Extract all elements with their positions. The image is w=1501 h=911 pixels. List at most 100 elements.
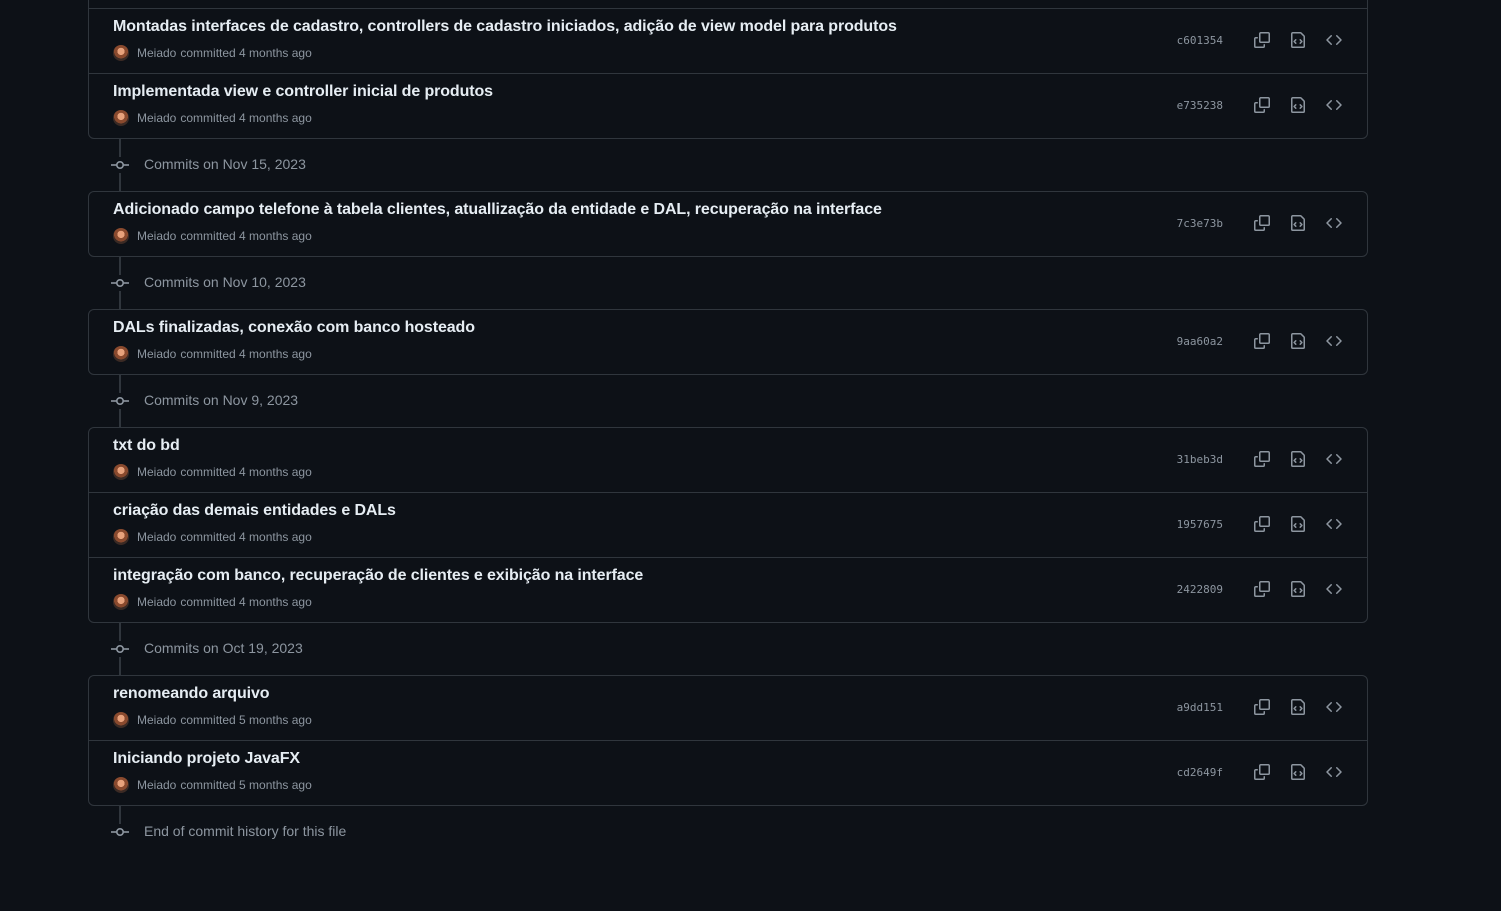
commit-history: Montadas interfaces de cadastro, control… xyxy=(88,0,1368,858)
commit-sha[interactable]: 31beb3d xyxy=(1177,453,1223,466)
commit-meta: Meiado committed 4 months ago xyxy=(113,529,312,545)
commit-date-label: Commits on Nov 15, 2023 xyxy=(144,156,306,172)
file-diff-icon[interactable] xyxy=(1287,448,1309,470)
commit-row[interactable]: Implementada view e controller inicial d… xyxy=(89,73,1367,138)
code-icon[interactable] xyxy=(1323,94,1345,116)
commit-row[interactable]: integração com banco, recuperação de cli… xyxy=(89,557,1367,622)
commit-date-header: Commits on Nov 10, 2023 xyxy=(88,257,1368,309)
file-diff-icon[interactable] xyxy=(1287,513,1309,535)
commit-row[interactable]: renomeando arquivo Meiado committed 5 mo… xyxy=(89,676,1367,740)
git-commit-icon xyxy=(111,275,129,291)
commit-title[interactable]: DALs finalizadas, conexão com banco host… xyxy=(113,319,475,337)
file-diff-icon[interactable] xyxy=(1287,330,1309,352)
commit-title[interactable]: txt do bd xyxy=(113,437,180,455)
commit-author[interactable]: Meiado xyxy=(137,713,176,727)
commit-sha[interactable]: 7c3e73b xyxy=(1177,217,1223,230)
commit-date-label: Commits on Oct 19, 2023 xyxy=(144,640,303,656)
commit-sha[interactable]: cd2649f xyxy=(1177,766,1223,779)
commit-title[interactable]: Adicionado campo telefone à tabela clien… xyxy=(113,201,882,219)
commit-title[interactable]: Iniciando projeto JavaFX xyxy=(113,750,300,768)
avatar[interactable] xyxy=(113,110,129,126)
commit-title[interactable]: renomeando arquivo xyxy=(113,685,270,703)
commit-meta: Meiado committed 4 months ago xyxy=(113,45,312,61)
commit-row[interactable]: txt do bd Meiado committed 4 months ago … xyxy=(89,428,1367,492)
avatar[interactable] xyxy=(113,228,129,244)
commit-author[interactable]: Meiado xyxy=(137,530,176,544)
commit-row[interactable]: Adicionado campo telefone à tabela clien… xyxy=(89,192,1367,256)
copy-icon[interactable] xyxy=(1251,448,1273,470)
commit-sha[interactable]: 1957675 xyxy=(1177,518,1223,531)
commit-meta: Meiado committed 4 months ago xyxy=(113,228,312,244)
commit-title[interactable]: Montadas interfaces de cadastro, control… xyxy=(113,18,897,36)
commit-sha[interactable]: c601354 xyxy=(1177,34,1223,47)
code-icon[interactable] xyxy=(1323,330,1345,352)
commit-meta: Meiado committed 4 months ago xyxy=(113,594,312,610)
code-icon[interactable] xyxy=(1323,513,1345,535)
commit-title[interactable]: Implementada view e controller inicial d… xyxy=(113,83,493,101)
copy-icon[interactable] xyxy=(1251,212,1273,234)
avatar[interactable] xyxy=(113,346,129,362)
commit-actions: 1957675 xyxy=(1177,513,1345,535)
code-icon[interactable] xyxy=(1323,578,1345,600)
commit-time: committed 5 months ago xyxy=(180,713,312,727)
git-commit-icon xyxy=(111,641,129,657)
commit-time: committed 4 months ago xyxy=(180,46,312,60)
commit-actions: 31beb3d xyxy=(1177,448,1345,470)
commit-meta: Meiado committed 4 months ago xyxy=(113,464,312,480)
commit-author[interactable]: Meiado xyxy=(137,595,176,609)
copy-icon[interactable] xyxy=(1251,761,1273,783)
avatar[interactable] xyxy=(113,529,129,545)
commit-author[interactable]: Meiado xyxy=(137,778,176,792)
code-icon[interactable] xyxy=(1323,448,1345,470)
commit-author[interactable]: Meiado xyxy=(137,46,176,60)
avatar[interactable] xyxy=(113,777,129,793)
commit-time: committed 5 months ago xyxy=(180,778,312,792)
commit-title[interactable]: criação das demais entidades e DALs xyxy=(113,502,396,520)
file-diff-icon[interactable] xyxy=(1287,94,1309,116)
code-icon[interactable] xyxy=(1323,761,1345,783)
end-of-history: End of commit history for this file xyxy=(88,806,1368,858)
commit-group: renomeando arquivo Meiado committed 5 mo… xyxy=(88,675,1368,806)
commit-group: txt do bd Meiado committed 4 months ago … xyxy=(88,427,1368,623)
file-diff-icon[interactable] xyxy=(1287,578,1309,600)
commit-row[interactable]: DALs finalizadas, conexão com banco host… xyxy=(89,310,1367,374)
git-commit-icon xyxy=(111,393,129,409)
copy-icon[interactable] xyxy=(1251,94,1273,116)
commit-author[interactable]: Meiado xyxy=(137,347,176,361)
copy-icon[interactable] xyxy=(1251,578,1273,600)
file-diff-icon[interactable] xyxy=(1287,212,1309,234)
avatar[interactable] xyxy=(113,594,129,610)
commit-author[interactable]: Meiado xyxy=(137,229,176,243)
commit-time: committed 4 months ago xyxy=(180,465,312,479)
file-diff-icon[interactable] xyxy=(1287,761,1309,783)
copy-icon[interactable] xyxy=(1251,330,1273,352)
commit-actions: cd2649f xyxy=(1177,761,1345,783)
commit-sha[interactable]: e735238 xyxy=(1177,99,1223,112)
copy-icon[interactable] xyxy=(1251,513,1273,535)
commit-row[interactable]: criação das demais entidades e DALs Meia… xyxy=(89,492,1367,557)
avatar[interactable] xyxy=(113,464,129,480)
commit-meta: Meiado committed 4 months ago xyxy=(113,110,312,126)
commit-sha[interactable]: 2422809 xyxy=(1177,583,1223,596)
end-of-history-label: End of commit history for this file xyxy=(144,823,347,839)
commit-author[interactable]: Meiado xyxy=(137,465,176,479)
file-diff-icon[interactable] xyxy=(1287,696,1309,718)
copy-icon[interactable] xyxy=(1251,29,1273,51)
commit-title[interactable]: integração com banco, recuperação de cli… xyxy=(113,567,643,585)
code-icon[interactable] xyxy=(1323,696,1345,718)
commit-author[interactable]: Meiado xyxy=(137,111,176,125)
commit-meta: Meiado committed 5 months ago xyxy=(113,712,312,728)
avatar[interactable] xyxy=(113,712,129,728)
copy-icon[interactable] xyxy=(1251,696,1273,718)
commit-sha[interactable]: 9aa60a2 xyxy=(1177,335,1223,348)
commit-row[interactable]: Montadas interfaces de cadastro, control… xyxy=(89,8,1367,73)
commit-group: DALs finalizadas, conexão com banco host… xyxy=(88,309,1368,375)
commit-sha[interactable]: a9dd151 xyxy=(1177,701,1223,714)
code-icon[interactable] xyxy=(1323,212,1345,234)
code-icon[interactable] xyxy=(1323,29,1345,51)
commit-row[interactable]: Iniciando projeto JavaFX Meiado committe… xyxy=(89,740,1367,805)
file-diff-icon[interactable] xyxy=(1287,29,1309,51)
list-item-cut xyxy=(89,0,1367,8)
avatar[interactable] xyxy=(113,45,129,61)
commit-time: committed 4 months ago xyxy=(180,530,312,544)
